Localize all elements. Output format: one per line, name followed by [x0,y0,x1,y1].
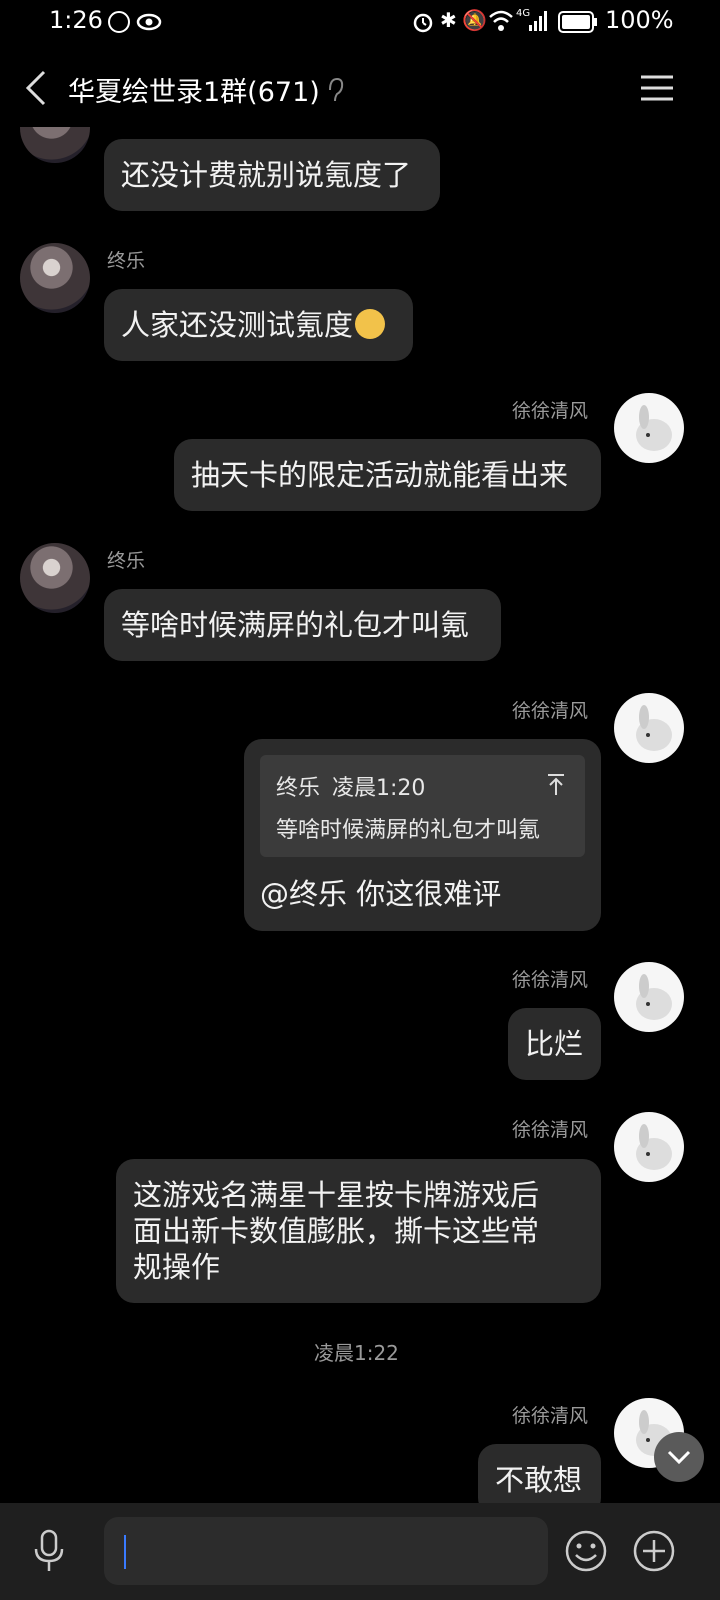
status-time: 1:26 [49,6,103,34]
message-bubble[interactable]: 比烂 [508,1008,601,1080]
battery-icon [558,11,597,33]
text-cursor [124,1535,126,1569]
avatar[interactable] [20,243,90,313]
message-text: 人家还没测试氪度 [121,308,354,342]
reply-message-bubble[interactable]: 终乐 凌晨1:20 等啥时候满屏的礼包才叫氪 @终乐 你这很难评 [244,739,601,931]
ear-mode-icon [329,77,344,102]
avatar[interactable] [20,543,90,613]
rabbit-icon [636,405,672,451]
back-arrow-icon[interactable] [24,68,50,108]
quoted-time: 凌晨1:20 [332,776,426,801]
message-text-line: 这游戏名满星十星按卡牌游戏后 [133,1178,540,1212]
avatar[interactable] [614,393,684,463]
jump-to-original-icon[interactable] [546,773,566,797]
add-icon[interactable] [632,1529,676,1573]
sender-name: 徐徐清风 [512,1405,589,1427]
sender-name: 终乐 [107,550,146,572]
microphone-icon[interactable] [32,1529,66,1573]
input-bar [0,1503,720,1600]
message-bubble[interactable]: 还没计费就别说氪度了 [104,139,440,211]
sender-name: 徐徐清风 [512,400,589,422]
sender-name: 徐徐清风 [512,969,589,991]
wifi-icon [489,10,513,31]
menu-icon[interactable] [640,74,674,102]
avatar[interactable] [614,962,684,1032]
battery-level: 100% [605,6,674,34]
message-text: 等啥时候满屏的礼包才叫氪 [121,608,470,642]
message-text-line: 规操作 [133,1250,221,1284]
sender-name: 徐徐清风 [512,1119,589,1141]
status-bar: 1:26 ✱ 🔕 4G 100% [0,0,720,46]
message-text: 不敢想 [495,1463,583,1497]
message-bubble[interactable]: 这游戏名满星十星按卡牌游戏后 面出新卡数值膨胀，撕卡这些常 规操作 [116,1159,601,1303]
quoted-message[interactable]: 终乐 凌晨1:20 等啥时候满屏的礼包才叫氪 [260,755,585,857]
chevron-down-icon [667,1450,691,1465]
message-text: 抽天卡的限定活动就能看出来 [191,458,569,492]
quoted-text: 等啥时候满屏的礼包才叫氪 [276,818,541,843]
message-text: 比烂 [525,1027,584,1061]
rabbit-icon [636,1124,672,1170]
message-text: 还没计费就别说氪度了 [121,158,412,192]
bluetooth-icon: ✱ [440,8,457,32]
avatar[interactable] [614,693,684,763]
mute-icon: 🔕 [462,8,487,32]
laughing-emoji-icon [355,309,386,339]
chat-timestamp: 凌晨1:22 [314,1341,399,1365]
message-input[interactable] [104,1517,548,1585]
emoji-icon[interactable] [564,1529,608,1573]
alarm-icon [413,13,433,33]
scroll-to-bottom-button[interactable] [654,1432,704,1482]
avatar[interactable] [614,1112,684,1182]
eye-icon [136,13,162,31]
rabbit-icon [636,974,672,1020]
message-bubble[interactable]: 人家还没测试氪度 [104,289,413,361]
hd-icon [108,11,130,33]
message-bubble[interactable]: 抽天卡的限定活动就能看出来 [174,439,601,511]
quoted-author: 终乐 [276,776,321,801]
sender-name: 终乐 [107,250,146,272]
chat-header: 华夏绘世录1群(671) [0,52,720,128]
rabbit-icon [636,705,672,751]
signal-icon [529,11,547,31]
message-bubble[interactable]: 等啥时候满屏的礼包才叫氪 [104,589,501,661]
message-text: @终乐 你这很难评 [260,877,502,911]
message-text-line: 面出新卡数值膨胀，撕卡这些常 [133,1214,540,1248]
group-title: 华夏绘世录1群(671) [68,77,320,108]
sender-name: 徐徐清风 [512,700,589,722]
